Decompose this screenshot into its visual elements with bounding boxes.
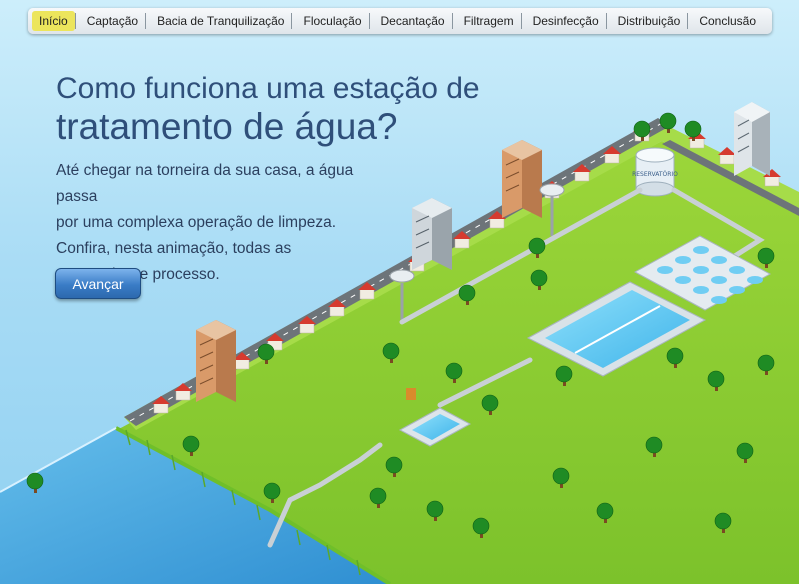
building-middle: [412, 198, 452, 270]
page-title-line-1: Como funciona uma estação de: [56, 72, 480, 105]
building-right: [734, 102, 770, 176]
nav-divider: [520, 13, 522, 29]
nav-item-decantacao[interactable]: Decantação: [374, 11, 452, 31]
nav-divider: [451, 13, 453, 29]
intro-line-1: Até chegar na torneira da sua casa, a ág…: [56, 162, 354, 205]
nav-divider: [291, 13, 293, 29]
animation-stage: RESERVATÓRIO Início Captação Bacia de Tr…: [0, 0, 799, 584]
nav-item-bacia-de-tranquilizacao[interactable]: Bacia de Tranquilização: [150, 11, 291, 31]
nav-item-desinfeccao[interactable]: Desinfecção: [526, 11, 606, 31]
page-title-line-2: tratamento de água?: [56, 106, 398, 147]
reservoir-label: RESERVATÓRIO: [632, 171, 678, 178]
nav-bar: Início Captação Bacia de Tranquilização …: [28, 8, 772, 34]
nav-divider: [605, 13, 607, 29]
nav-divider: [687, 13, 689, 29]
nav-divider: [145, 13, 147, 29]
building-brown: [502, 140, 542, 218]
nav-divider: [368, 13, 370, 29]
building-left: [196, 320, 236, 402]
nav-item-filtragem[interactable]: Filtragem: [457, 11, 521, 31]
nav-item-conclusao[interactable]: Conclusão: [692, 11, 763, 31]
intro-line-3: Confira, nesta animação, todas as: [56, 240, 292, 257]
nav-item-distribuicao[interactable]: Distribuição: [611, 11, 688, 31]
page-title: Como funciona uma estação de tratamento …: [56, 72, 480, 148]
nav-item-captacao[interactable]: Captação: [80, 11, 145, 31]
nav-item-floculacao[interactable]: Floculação: [296, 11, 368, 31]
next-button[interactable]: Avançar: [55, 268, 141, 299]
nav-item-inicio[interactable]: Início: [32, 11, 75, 31]
intro-line-2: por uma complexa operação de limpeza.: [56, 214, 337, 231]
nav-divider: [74, 13, 76, 29]
